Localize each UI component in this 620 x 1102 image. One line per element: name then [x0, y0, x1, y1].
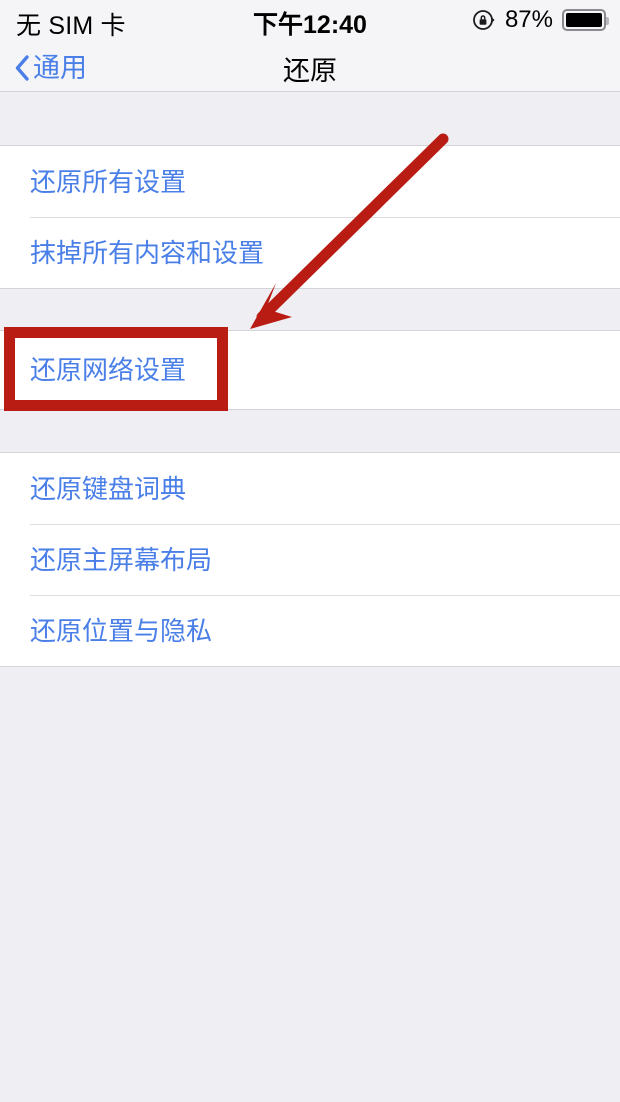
row-erase-all-content-and-settings[interactable]: 抹掉所有内容和设置 — [0, 217, 620, 288]
row-label: 还原位置与隐私 — [30, 615, 213, 646]
settings-list: 还原所有设置 抹掉所有内容和设置 还原网络设置 还原键盘词典 还原主屏幕布局 还… — [0, 93, 620, 1102]
row-label: 还原网络设置 — [30, 355, 187, 385]
settings-group-2: 还原网络设置 — [0, 330, 620, 410]
row-label: 抹掉所有内容和设置 — [30, 237, 265, 268]
row-reset-home-screen-layout[interactable]: 还原主屏幕布局 — [0, 524, 620, 595]
status-bar: 无 SIM 卡 下午12:40 87% — [0, 0, 620, 44]
row-label: 还原所有设置 — [30, 166, 187, 197]
battery-percent-label: 87% — [504, 6, 553, 33]
section-gap-2 — [0, 410, 620, 452]
section-gap-top — [0, 93, 620, 145]
row-reset-location-and-privacy[interactable]: 还原位置与隐私 — [0, 595, 620, 666]
status-bar-right: 87% — [472, 6, 609, 34]
settings-group-1: 还原所有设置 抹掉所有内容和设置 — [0, 145, 620, 289]
rotation-lock-icon — [472, 8, 496, 32]
row-label: 还原键盘词典 — [30, 473, 187, 504]
row-reset-keyboard-dictionary[interactable]: 还原键盘词典 — [0, 453, 620, 524]
section-gap-1 — [0, 289, 620, 330]
row-reset-network-settings[interactable]: 还原网络设置 — [0, 331, 620, 409]
navigation-bar: 通用 还原 — [0, 44, 620, 92]
iphone-settings-reset-screen: 无 SIM 卡 下午12:40 87% 通用 还原 还原所有设置 抹掉所有内容和… — [0, 0, 620, 1102]
page-title: 还原 — [283, 55, 337, 86]
row-reset-all-settings[interactable]: 还原所有设置 — [0, 146, 620, 217]
battery-full-icon — [562, 9, 609, 31]
settings-group-3: 还原键盘词典 还原主屏幕布局 还原位置与隐私 — [0, 452, 620, 667]
row-label: 还原主屏幕布局 — [30, 544, 213, 575]
